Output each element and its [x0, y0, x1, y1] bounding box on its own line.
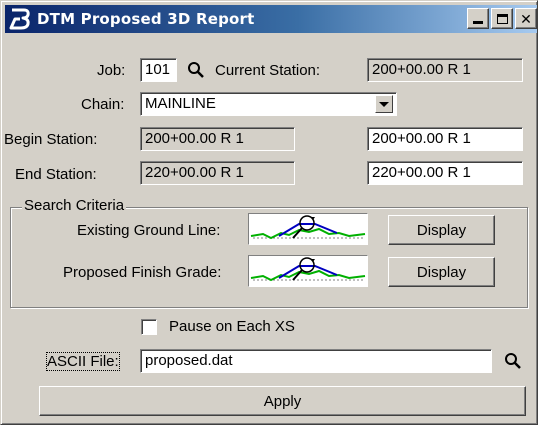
close-icon: ✕ — [520, 10, 532, 27]
minimize-button[interactable] — [467, 8, 489, 29]
ascii-file-input[interactable]: proposed.dat — [140, 349, 492, 373]
title-bar[interactable]: DTM Proposed 3D Report ✕ — [5, 5, 537, 33]
chain-dropdown-button[interactable] — [375, 95, 393, 113]
existing-ground-graph[interactable] — [248, 213, 368, 245]
job-input[interactable]: 101 — [140, 58, 177, 82]
begin-station-label: Begin Station: — [4, 131, 98, 148]
job-label: Job: — [97, 62, 126, 79]
proposed-grade-graph[interactable] — [248, 255, 368, 287]
chain-label: Chain: — [81, 96, 125, 113]
pause-label[interactable]: Pause on Each XS — [169, 318, 295, 335]
end-station-value: 220+00.00 R 1 — [140, 161, 295, 185]
existing-display-button[interactable]: Display — [388, 215, 495, 245]
maximize-button[interactable] — [491, 8, 513, 29]
minimize-icon — [473, 21, 483, 24]
begin-station-input[interactable]: 200+00.00 R 1 — [367, 127, 523, 151]
chain-select[interactable]: MAINLINE — [140, 92, 397, 116]
bentley-b-icon — [9, 8, 30, 30]
end-station-label: End Station: — [15, 166, 97, 183]
magnifier-icon[interactable] — [187, 61, 205, 79]
cross-section-icon — [250, 257, 366, 282]
current-station-value: 200+00.00 R 1 — [367, 58, 523, 82]
window-title: DTM Proposed 3D Report — [37, 10, 255, 28]
end-station-input[interactable]: 220+00.00 R 1 — [367, 161, 523, 185]
begin-station-value: 200+00.00 R 1 — [140, 127, 295, 151]
magnifier-icon[interactable] — [504, 352, 522, 370]
chevron-down-icon — [379, 101, 389, 107]
apply-button[interactable]: Apply — [39, 386, 526, 416]
existing-ground-label: Existing Ground Line: — [77, 222, 221, 239]
maximize-icon — [496, 13, 508, 24]
pause-checkbox[interactable] — [141, 319, 157, 335]
search-criteria-title: Search Criteria — [22, 197, 127, 214]
cross-section-icon — [250, 215, 366, 240]
proposed-display-button[interactable]: Display — [388, 257, 495, 287]
proposed-grade-label: Proposed Finish Grade: — [63, 264, 222, 281]
current-station-label: Current Station: — [215, 62, 321, 79]
ascii-file-label: ASCII File: — [46, 352, 120, 371]
close-button[interactable]: ✕ — [515, 8, 537, 29]
dialog-window: DTM Proposed 3D Report ✕ Job: 101 Curren… — [0, 0, 538, 425]
